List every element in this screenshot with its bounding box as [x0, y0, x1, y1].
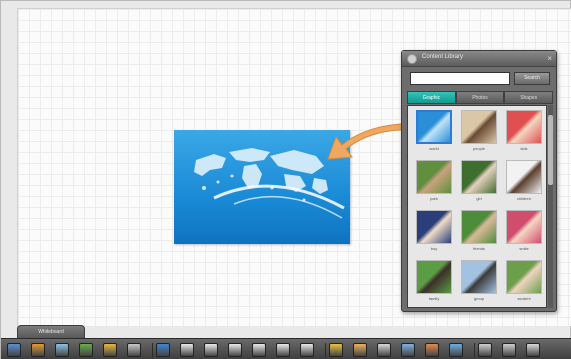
search-button[interactable]: Search [514, 72, 550, 85]
thumbnail-image [506, 210, 542, 244]
thumbnail-grid: world people kids park girl children boy friend… [407, 105, 547, 308]
toolbar-separator [152, 343, 153, 357]
tab-whiteboard[interactable]: Whiteboard [17, 325, 85, 339]
tab-shapes[interactable]: Shapes [504, 91, 554, 104]
thumbnail-label: smile [519, 246, 529, 251]
library-logo-icon [407, 54, 417, 64]
close-icon[interactable]: × [547, 53, 552, 64]
library-titlebar[interactable]: Content Library × [402, 51, 556, 67]
pen-white-icon[interactable] [228, 343, 242, 357]
thumbnail-image [461, 260, 497, 294]
thumbnail-label: people [472, 146, 485, 151]
folder-tool-icon[interactable] [103, 343, 117, 357]
image-tool-icon[interactable] [31, 343, 45, 357]
pen-white-icon[interactable] [252, 343, 266, 357]
shape-tool-icon[interactable] [79, 343, 93, 357]
thumbnail-label: friends [472, 246, 485, 251]
thumbnail-image [506, 110, 542, 144]
thumbnail-label: park [430, 196, 438, 201]
screen-icon[interactable] [449, 343, 463, 357]
library-thumbnail[interactable]: girl [461, 160, 497, 204]
library-thumbnail[interactable]: student [506, 260, 542, 304]
thumbnail-image [461, 110, 497, 144]
scrollbar-thumb[interactable] [548, 115, 553, 185]
thumbnail-image [506, 160, 542, 194]
library-thumbnail[interactable]: boy [416, 210, 452, 254]
tab-graphic[interactable]: Graphic [407, 91, 456, 104]
search-input[interactable] [410, 72, 510, 85]
thumbnail-image [416, 160, 452, 194]
thumbnail-label: student [517, 296, 531, 301]
thumbnail-label: kids [520, 146, 528, 151]
text-box-icon[interactable] [377, 343, 391, 357]
pen-white-icon[interactable] [300, 343, 314, 357]
thumbnail-label: group [473, 296, 485, 301]
app-window: Content Library × Search Graphic Photos … [0, 0, 571, 359]
page-tool-icon[interactable] [127, 343, 141, 357]
pen-white-icon[interactable] [180, 343, 194, 357]
grid-icon[interactable] [401, 343, 415, 357]
tab-photos[interactable]: Photos [455, 91, 505, 104]
undo-icon[interactable] [478, 343, 492, 357]
toolbar-separator [474, 343, 475, 357]
pen-white-icon[interactable] [204, 343, 218, 357]
library-thumbnail[interactable]: friends [461, 210, 497, 254]
thumbnail-image [416, 110, 452, 144]
library-thumbnail[interactable]: group [461, 260, 497, 304]
thumbnail-image [416, 210, 452, 244]
thumbnail-label: boy [430, 246, 438, 251]
library-thumbnail[interactable]: world [416, 110, 452, 154]
thumbnail-image [461, 210, 497, 244]
thumbnail-image [461, 160, 497, 194]
highlighter-icon[interactable] [329, 343, 343, 357]
thumbnail-label: world [429, 146, 439, 151]
camera-icon[interactable] [425, 343, 439, 357]
toolbar-separator [325, 343, 326, 357]
thumbnail-image [506, 260, 542, 294]
library-thumbnail[interactable]: children [506, 160, 542, 204]
thumbnail-label: children [516, 196, 531, 201]
library-tabs: Graphic Photos Shapes [407, 91, 554, 104]
text-tool-icon[interactable] [55, 343, 69, 357]
library-thumbnail[interactable]: smile [506, 210, 542, 254]
library-thumbnail[interactable]: family [416, 260, 452, 304]
delete-icon[interactable] [526, 343, 540, 357]
library-scrollbar[interactable] [548, 105, 553, 308]
pointer-tool-icon[interactable] [7, 343, 21, 357]
eraser-icon[interactable] [353, 343, 367, 357]
content-library-panel[interactable]: Content Library × Search Graphic Photos … [401, 50, 557, 312]
thumbnail-label: family [428, 296, 440, 301]
redo-icon[interactable] [502, 343, 516, 357]
library-title: Content Library [422, 54, 464, 60]
library-thumbnail[interactable]: kids [506, 110, 542, 154]
pen-white-icon[interactable] [276, 343, 290, 357]
library-thumbnail[interactable]: people [461, 110, 497, 154]
thumbnail-image [416, 260, 452, 294]
bottom-toolbar [1, 338, 571, 359]
pen-blue-icon[interactable] [156, 343, 170, 357]
thumbnail-label: girl [476, 196, 482, 201]
library-thumbnail[interactable]: park [416, 160, 452, 204]
